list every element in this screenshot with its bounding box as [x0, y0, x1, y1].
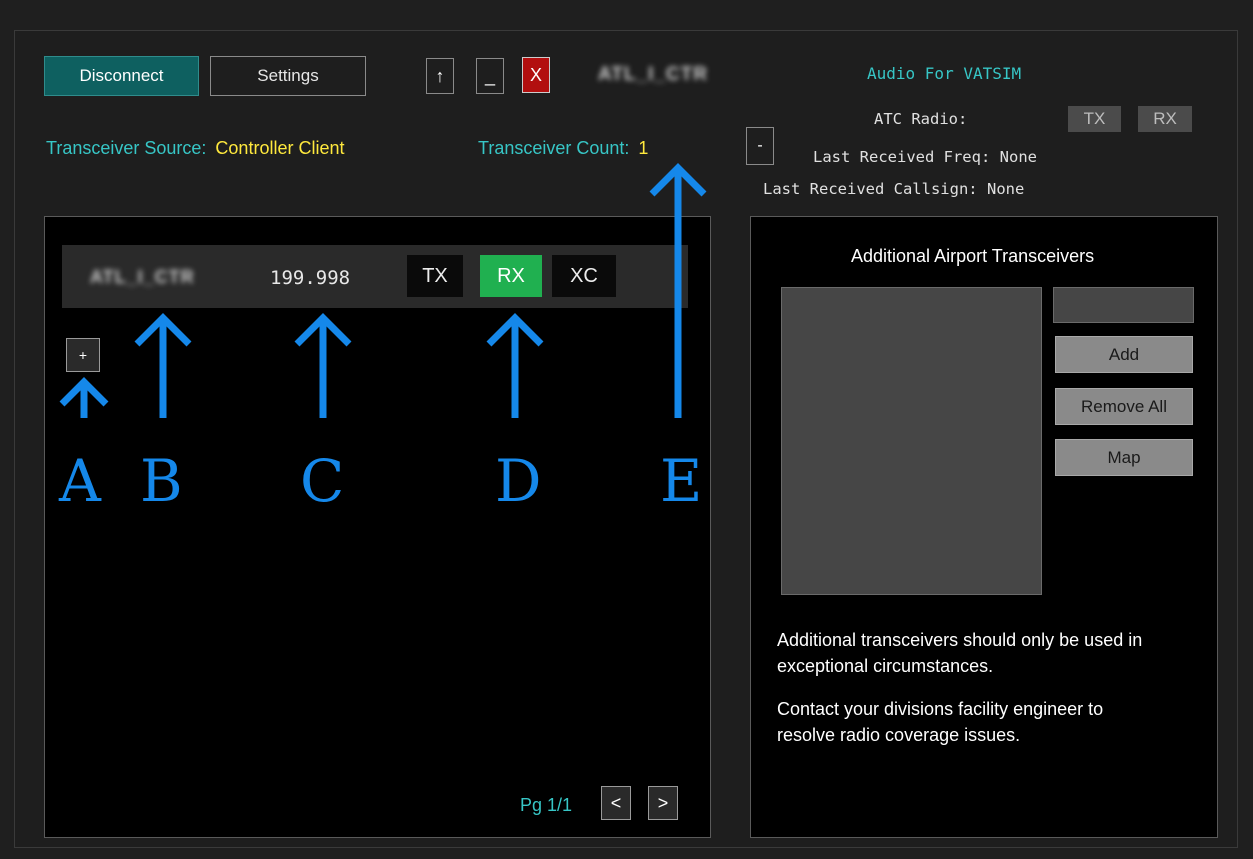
airport-code-input[interactable]: [1053, 287, 1194, 323]
annotation-b: B: [140, 447, 183, 515]
prev-page-button[interactable]: <: [601, 786, 631, 820]
add-airport-button[interactable]: Add: [1055, 336, 1193, 373]
annotation-c: C: [300, 447, 345, 515]
airport-note-usage: Additional transceivers should only be u…: [777, 630, 1143, 676]
next-page-button[interactable]: >: [648, 786, 678, 820]
airport-transceiver-list[interactable]: [781, 287, 1042, 595]
annotation-e: E: [660, 447, 703, 515]
annotation-d: D: [495, 447, 542, 515]
remove-all-button[interactable]: Remove All: [1055, 388, 1193, 425]
map-button[interactable]: Map: [1055, 439, 1193, 476]
page-indicator: Pg 1/1: [520, 795, 573, 815]
annotation-a: A: [59, 447, 101, 515]
airport-panel-title: Additional Airport Transceivers: [851, 246, 1095, 266]
airport-note-contact: Contact your divisions facility engineer…: [777, 699, 1104, 745]
